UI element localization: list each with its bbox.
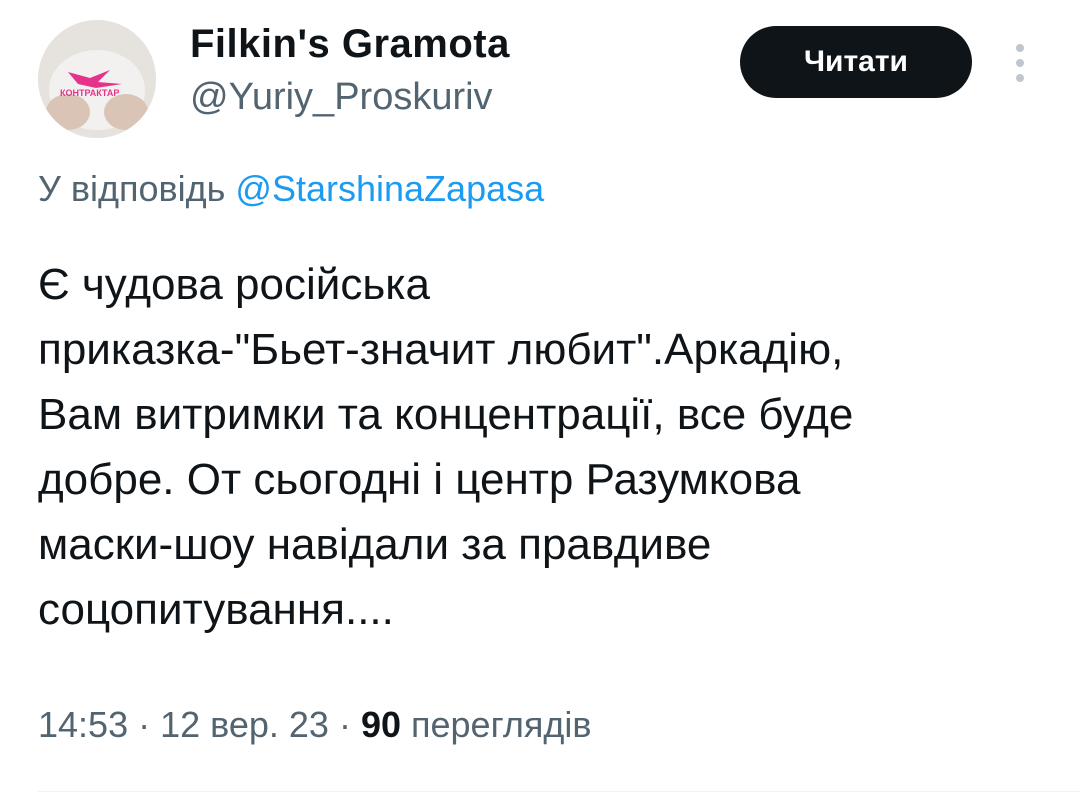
author-handle[interactable]: @Yuriy_Proskuriv [190, 76, 493, 119]
reply-prefix: У відповідь [38, 168, 226, 209]
tweet-meta: 14:53 · 12 вер. 23 · 90 переглядів [38, 704, 592, 746]
tweet-line: соцопитування.... [38, 585, 394, 634]
tweet-time[interactable]: 14:53 [38, 704, 128, 745]
meta-separator: · [328, 704, 361, 745]
meta-separator: · [128, 704, 161, 745]
dot [1016, 74, 1024, 82]
tweet-line: приказка-"Бьет-значит любит".Аркадію, [38, 325, 844, 374]
views-label: переглядів [411, 704, 592, 745]
dot [1016, 44, 1024, 52]
avatar[interactable]: КОНТРАКТАР [38, 20, 156, 138]
tweet-date[interactable]: 12 вер. 23 [160, 704, 329, 745]
avatar-image: КОНТРАКТАР [38, 20, 156, 138]
author-display-name[interactable]: Filkin's Gramota [190, 22, 510, 67]
tweet-line: маски-шоу навідали за правдиве [38, 520, 712, 569]
tweet-line: Вам витримки та концентрації, все буде [38, 390, 854, 439]
reply-mention-link[interactable]: @StarshinaZapasa [235, 168, 544, 209]
tweet-line: Є чудова російська [38, 260, 430, 309]
tweet-text: Є чудова російська приказка-"Бьет-значит… [38, 252, 1048, 642]
tweet-line: добре. От сьогодні і центр Разумкова [38, 455, 801, 504]
reply-context: У відповідь @StarshinaZapasa [38, 168, 544, 210]
divider [38, 791, 1080, 792]
vertical-ellipsis-icon[interactable] [1000, 38, 1040, 88]
views-count: 90 [360, 704, 401, 745]
dot [1016, 59, 1024, 67]
avatar-text: КОНТРАКТАР [60, 88, 119, 98]
follow-button[interactable]: Читати [740, 26, 972, 98]
